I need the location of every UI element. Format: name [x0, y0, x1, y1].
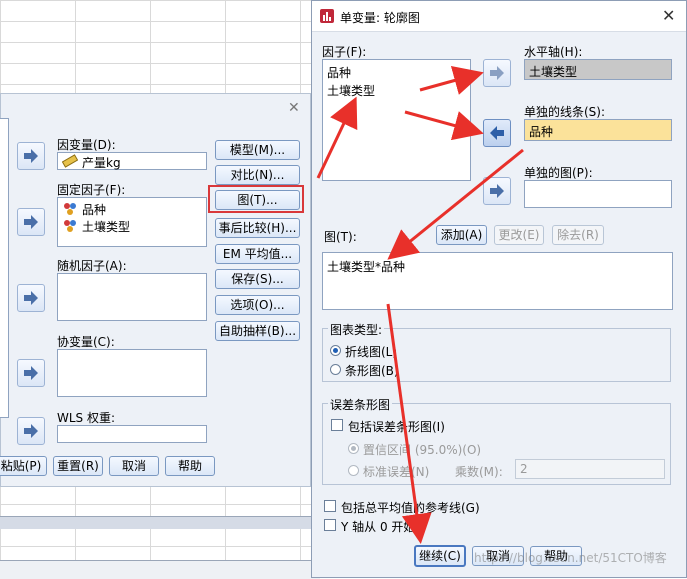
sheet-scrollbar[interactable]: [0, 516, 320, 529]
move-fixed-button[interactable]: [17, 208, 45, 236]
continue-button[interactable]: 继续(C): [414, 545, 466, 567]
covariates-label: 协变量(C):: [57, 335, 115, 349]
watermark: https://blog.csdn.net/51CTO博客: [474, 551, 667, 565]
factors-label: 因子(F):: [322, 45, 367, 59]
right-arrow-icon: [490, 184, 504, 198]
horizontal-axis-field[interactable]: 土壤类型: [524, 59, 672, 80]
standard-error-radio[interactable]: [348, 465, 359, 476]
grand-mean-checkbox[interactable]: [324, 500, 336, 512]
remove-button[interactable]: 除去(R): [552, 225, 604, 245]
bootstrap-button[interactable]: 自助抽样(B)...: [215, 321, 300, 341]
confidence-interval-radio[interactable]: [348, 443, 359, 454]
plots-button-highlight: [208, 185, 304, 213]
em-means-button[interactable]: EM 平均值...: [215, 244, 300, 264]
grand-mean-label: 包括总平均值的参考线(G): [341, 501, 480, 515]
wls-field[interactable]: [57, 425, 207, 443]
right-arrow-icon: [24, 424, 38, 438]
add-button[interactable]: 添加(A): [436, 225, 487, 245]
model-button[interactable]: 模型(M)...: [215, 140, 300, 160]
move-covariate-button[interactable]: [17, 359, 45, 387]
right-arrow-icon: [24, 291, 38, 305]
right-arrow-icon: [24, 149, 38, 163]
bar-chart-label: 条形图(B): [345, 364, 399, 378]
factor-item[interactable]: 土壤类型: [327, 82, 375, 99]
dependent-value: 产量kg: [82, 156, 121, 170]
separate-plots-label: 单独的图(P):: [524, 166, 593, 180]
horizontal-axis-value: 土壤类型: [529, 65, 578, 79]
plots-list[interactable]: 土壤类型*品种: [322, 252, 673, 310]
help-button[interactable]: 帮助: [165, 456, 215, 476]
separate-lines-value: 品种: [529, 125, 554, 139]
move-wls-button[interactable]: [17, 417, 45, 445]
factor-item[interactable]: 品种: [327, 64, 351, 81]
close-icon[interactable]: ✕: [662, 6, 675, 25]
separate-lines-field[interactable]: 品种: [524, 119, 672, 141]
sheet-status-bar: [0, 560, 320, 579]
ruler-icon: [61, 154, 79, 171]
paste-button[interactable]: 粘贴(P): [0, 456, 47, 476]
plot-item[interactable]: 土壤类型*品种: [327, 258, 405, 275]
nominal-variable-icon: [62, 202, 78, 219]
include-error-bars-checkbox[interactable]: [331, 419, 343, 431]
right-arrow-icon: [24, 366, 38, 380]
left-arrow-icon: [490, 126, 504, 140]
cancel-button[interactable]: 取消: [109, 456, 159, 476]
right-arrow-icon: [24, 215, 38, 229]
fixed-factors-list[interactable]: 品种 土壤类型: [57, 197, 207, 247]
y-axis-zero-label: Y 轴从 0 开始: [341, 520, 416, 534]
move-separate-lines-button[interactable]: [483, 119, 511, 147]
variable-list[interactable]: [0, 118, 9, 418]
post-hoc-button[interactable]: 事后比较(H)...: [215, 218, 300, 238]
spss-app-icon: [319, 8, 335, 27]
y-axis-zero-checkbox[interactable]: [324, 519, 336, 531]
contrasts-button[interactable]: 对比(N)...: [215, 165, 300, 185]
chart-type-legend: 图表类型:: [328, 321, 385, 338]
close-icon[interactable]: ✕: [288, 100, 300, 116]
fixed-factor-item[interactable]: 土壤类型: [82, 218, 130, 235]
move-dependent-button[interactable]: [17, 142, 45, 170]
multiplier-label: 乘数(M):: [455, 465, 503, 479]
dialog-title: 单变量: 轮廓图: [340, 11, 420, 25]
right-arrow-icon: [490, 66, 504, 80]
options-button[interactable]: 选项(O)...: [215, 295, 300, 315]
move-horizontal-axis-button[interactable]: [483, 59, 511, 87]
dependent-label: 因变量(D):: [57, 138, 116, 152]
covariates-list[interactable]: [57, 349, 207, 397]
random-factors-label: 随机因子(A):: [57, 259, 127, 273]
title-bar: 单变量: 轮廓图 ✕: [312, 1, 686, 32]
multiplier-value: 2: [520, 462, 528, 476]
line-chart-label: 折线图(L): [345, 345, 398, 359]
fixed-factors-label: 固定因子(F):: [57, 183, 126, 197]
bar-chart-radio[interactable]: [330, 364, 341, 375]
line-chart-radio[interactable]: [330, 345, 341, 356]
confidence-interval-label: 置信区间 (95.0%)(O): [363, 443, 482, 457]
dependent-field[interactable]: 产量kg: [57, 152, 207, 170]
move-separate-plots-button[interactable]: [483, 177, 511, 205]
plots-label: 图(T):: [324, 230, 357, 244]
random-factors-list[interactable]: [57, 273, 207, 321]
save-button[interactable]: 保存(S)...: [215, 269, 300, 289]
reset-button[interactable]: 重置(R): [53, 456, 103, 476]
include-error-bars-label: 包括误差条形图(I): [348, 420, 445, 434]
fixed-factor-item[interactable]: 品种: [82, 201, 106, 218]
separate-lines-label: 单独的线条(S):: [524, 105, 606, 119]
nominal-variable-icon: [62, 219, 78, 236]
change-button[interactable]: 更改(E): [494, 225, 544, 245]
multiplier-field[interactable]: 2: [515, 459, 665, 479]
error-bars-legend: 误差条形图: [328, 396, 393, 413]
horizontal-axis-label: 水平轴(H):: [524, 45, 583, 59]
factors-list[interactable]: 品种 土壤类型: [322, 59, 471, 181]
univariate-dialog: ✕ 因变量(D): 产量kg 固定因子(F): 品种 土壤类型 随机因子(A):: [0, 93, 311, 487]
profile-plots-dialog: 单变量: 轮廓图 ✕ 因子(F): 品种 土壤类型 水平轴(H): 土壤类型 单…: [311, 0, 687, 578]
wls-label: WLS 权重:: [57, 411, 116, 425]
move-random-button[interactable]: [17, 284, 45, 312]
separate-plots-field[interactable]: [524, 180, 672, 208]
standard-error-label: 标准误差(N): [363, 465, 430, 479]
